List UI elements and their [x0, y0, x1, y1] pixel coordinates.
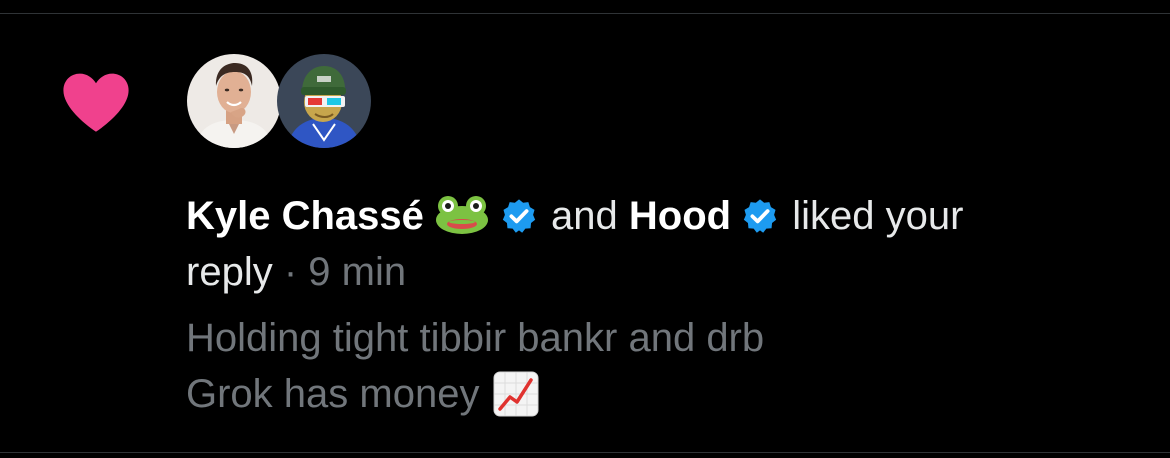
frog-face-icon — [434, 194, 490, 250]
avatar-group — [187, 54, 371, 150]
reply-link[interactable]: reply — [186, 250, 273, 294]
connector-text: and — [551, 194, 618, 238]
chart-increasing-icon — [493, 371, 539, 432]
timestamp: 9 min — [308, 250, 407, 294]
preview-line-two-wrapper: Grok has money — [186, 366, 764, 432]
separator-dot: · — [283, 250, 298, 294]
heart-icon — [63, 73, 129, 132]
actor-one-name[interactable]: Kyle Chassé — [186, 194, 424, 238]
bottom-divider — [0, 452, 1170, 453]
actor-two-name[interactable]: Hood — [629, 194, 731, 238]
reply-preview[interactable]: Holding tight tibbir bankr and drb Grok … — [186, 310, 764, 432]
preview-line-two: Grok has money — [186, 372, 480, 416]
top-divider — [0, 13, 1170, 14]
verified-badge-icon — [500, 194, 538, 250]
avatar-kyle-chasse[interactable] — [187, 54, 281, 148]
verified-badge-icon — [741, 194, 779, 250]
notification-meta: reply · 9 min — [186, 244, 406, 300]
preview-line-one: Holding tight tibbir bankr and drb — [186, 316, 765, 360]
notification-headline: Kyle Chassé and Hood liked your — [186, 188, 1146, 250]
action-text: liked your — [792, 194, 964, 238]
avatar-hood[interactable] — [277, 54, 371, 148]
